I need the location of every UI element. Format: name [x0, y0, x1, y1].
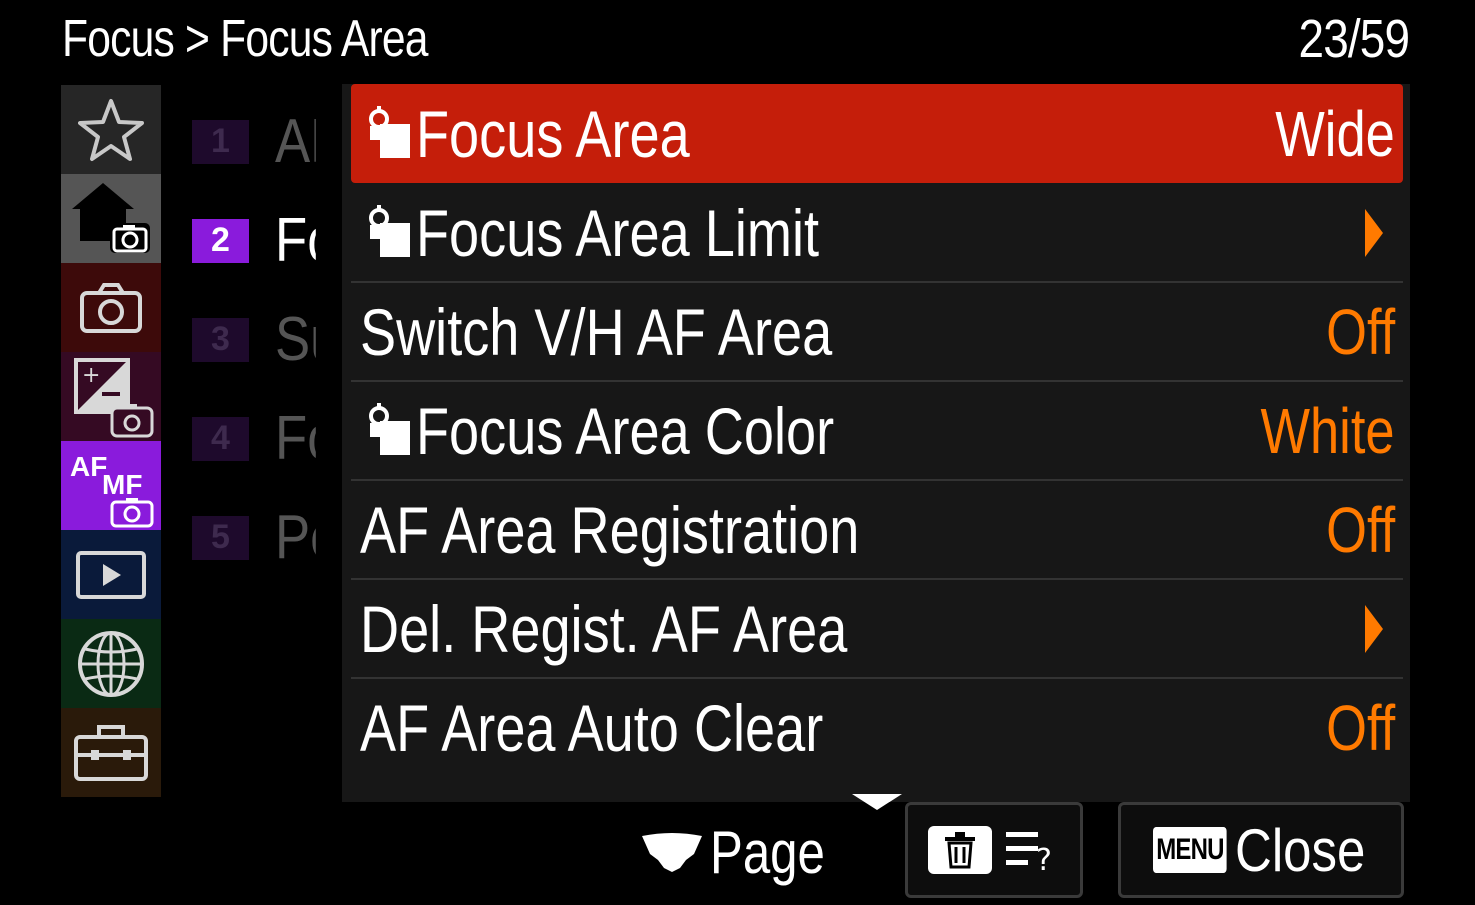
menu-item-value: Off — [1325, 295, 1395, 368]
focus-area-icon — [366, 103, 416, 165]
menu-item-focus-area-color[interactable]: Focus Area Color White — [351, 381, 1403, 481]
tab-exposure-color[interactable]: + — [61, 352, 161, 441]
menu-item-value: Wide — [1275, 97, 1395, 170]
page-number: 2 — [192, 218, 249, 263]
menu-item-label: Switch V/H AF Area — [360, 294, 833, 369]
menu-item-value: Off — [1325, 493, 1395, 566]
page-item-5[interactable]: 5 Pe — [192, 488, 342, 587]
control-wheel-icon — [642, 833, 702, 872]
page-item-1[interactable]: 1 AF — [192, 92, 342, 191]
breadcrumb: Focus > Focus Area — [62, 10, 428, 68]
close-button[interactable]: MENU Close — [1118, 802, 1404, 898]
menu-key-icon: MENU — [1153, 827, 1227, 873]
page-label: Fo — [275, 206, 316, 275]
trash-icon — [928, 826, 992, 874]
menu-item-value: Off — [1325, 691, 1395, 764]
svg-text:+: + — [82, 363, 100, 388]
page-hint: Page — [640, 812, 850, 892]
home-camera-icon — [72, 182, 150, 253]
menu-item-del-regist-af-area[interactable]: Del. Regist. AF Area — [351, 579, 1403, 679]
star-icon — [78, 98, 144, 161]
page-number: 1 — [192, 119, 249, 164]
chevron-right-icon — [1365, 208, 1383, 257]
menu-item-switch-vh-af-area[interactable]: Switch V/H AF Area Off — [351, 282, 1403, 382]
globe-icon — [78, 630, 144, 697]
menu-item-focus-area[interactable]: Focus Area Wide — [351, 84, 1403, 183]
page-number: 5 — [192, 515, 249, 560]
help-list-icon: ? — [1006, 832, 1052, 874]
menu-item-label: Focus Area Limit — [416, 195, 820, 270]
tab-shooting-main[interactable] — [61, 174, 161, 263]
tab-setup[interactable] — [61, 708, 161, 797]
menu-item-label: Focus Area — [416, 96, 690, 171]
tab-focus[interactable]: AF MF — [61, 441, 161, 530]
tab-shooting[interactable] — [61, 263, 161, 352]
camera-icon — [80, 282, 142, 333]
close-label: Close — [1235, 816, 1366, 884]
focus-area-icon — [366, 202, 416, 264]
tab-my-menu[interactable] — [61, 85, 161, 174]
play-icon — [76, 550, 146, 599]
camera-menu-screen: Focus > Focus Area 23/59 + AF MF 1 A 2 F… — [0, 0, 1475, 905]
svg-text:MF: MF — [102, 469, 142, 500]
menu-item-af-area-auto-clear[interactable]: AF Area Auto Clear Off — [351, 678, 1403, 777]
menu-panel: Focus Area Wide Focus Area Limit Switch … — [342, 84, 1410, 802]
page-item-2[interactable]: 2 Fo — [192, 191, 342, 290]
menu-item-label: AF Area Auto Clear — [360, 690, 824, 765]
page-number: 4 — [192, 416, 249, 461]
category-tabs: + AF MF — [61, 85, 161, 797]
scroll-down-indicator[interactable] — [852, 794, 902, 810]
page-label: Pe — [275, 503, 316, 572]
toolbox-icon — [74, 724, 148, 781]
page-hint-label: Page — [710, 818, 825, 886]
menu-item-af-area-registration[interactable]: AF Area Registration Off — [351, 480, 1403, 580]
page-item-3[interactable]: 3 Su — [192, 290, 342, 389]
tab-network[interactable] — [61, 619, 161, 708]
page-label: Su — [275, 305, 316, 374]
tab-playback[interactable] — [61, 530, 161, 619]
page-list: 1 AF 2 Fo 3 Su 4 Fo 5 Pe — [192, 92, 342, 587]
page-counter: 23/59 — [1298, 9, 1409, 69]
svg-text:?: ? — [1036, 843, 1052, 874]
focus-area-icon — [366, 400, 416, 462]
page-number: 3 — [192, 317, 249, 362]
menu-item-label: AF Area Registration — [360, 492, 860, 567]
page-item-4[interactable]: 4 Fo — [192, 389, 342, 488]
page-label: Fo — [275, 404, 316, 473]
menu-item-value: White — [1260, 394, 1395, 467]
menu-item-label: Del. Regist. AF Area — [360, 591, 848, 666]
chevron-right-icon — [1365, 604, 1383, 653]
page-label: AF — [275, 107, 316, 176]
exposure-camera-icon: + — [74, 357, 154, 437]
menu-item-label: Focus Area Color — [416, 393, 835, 468]
menu-item-focus-area-limit[interactable]: Focus Area Limit — [351, 183, 1403, 283]
af-mf-camera-icon: AF MF — [70, 451, 154, 527]
delete-help-button[interactable]: ? — [905, 802, 1083, 898]
